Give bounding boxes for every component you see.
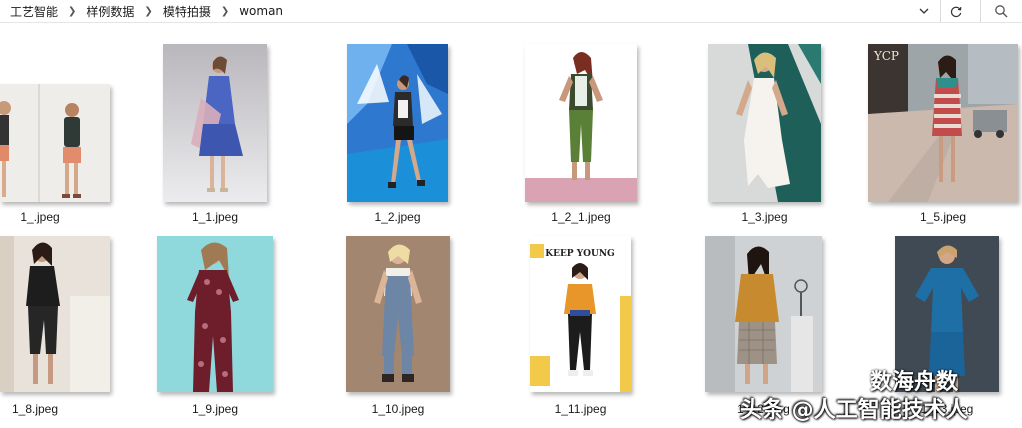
chevron-right-icon[interactable]: ❯ <box>215 6 235 17</box>
breadcrumb-item-yangli[interactable]: 样例数据 <box>82 3 138 20</box>
file-name: 1_1.jpeg <box>191 210 239 224</box>
file-name: 1_9.jpeg <box>191 402 239 416</box>
photo-floral-jumpsuit <box>157 236 273 392</box>
photo-green-pants <box>525 44 637 202</box>
photo-white-dress <box>708 44 821 202</box>
breadcrumb-item-mote[interactable]: 模特拍摄 <box>159 3 215 20</box>
address-bar[interactable]: 工艺智能 ❯ 样例数据 ❯ 模特拍摄 ❯ woman <box>0 0 1022 23</box>
poster-heading: KEEP YOUNG <box>545 249 614 259</box>
thumbnail[interactable]: KEEP YOUNG <box>530 236 631 392</box>
thumbnail[interactable] <box>708 44 821 202</box>
thumbnail[interactable] <box>705 236 822 392</box>
search-icon <box>995 5 1008 18</box>
file-name: 1_10.jpeg <box>371 402 425 416</box>
file-name: 1_2_1.jpeg <box>551 210 611 224</box>
photo-mustard-sweater <box>705 236 822 392</box>
address-dropdown-button[interactable] <box>912 0 936 22</box>
thumbnail[interactable] <box>346 236 450 392</box>
photo-street-stripes: YCP <box>868 44 1018 202</box>
search-box[interactable] <box>980 0 1022 22</box>
photo-blue-dress <box>163 44 267 202</box>
file-name: 1_2.jpeg <box>374 210 421 224</box>
thumbnail[interactable] <box>0 84 110 202</box>
chevron-right-icon[interactable]: ❯ <box>138 6 158 17</box>
sign-text: YCP <box>873 49 899 63</box>
file-name: 1_.jpeg <box>20 210 60 224</box>
thumbnail[interactable] <box>525 44 637 202</box>
photo-keep-young-poster: KEEP YOUNG <box>530 236 631 392</box>
refresh-icon <box>950 6 961 17</box>
breadcrumb-item-gongyi[interactable]: 工艺智能 <box>6 3 62 20</box>
photo-blue-graphic <box>347 44 448 202</box>
breadcrumb-item-woman[interactable]: woman <box>235 4 287 18</box>
photo-denim-overalls <box>346 236 450 392</box>
watermark-text: 头条 @人工智能技术人 <box>740 398 968 423</box>
photo-two-models <box>0 84 110 202</box>
refresh-button[interactable] <box>940 0 971 22</box>
file-name: 1_5.jpeg <box>919 210 967 224</box>
thumbnail[interactable] <box>347 44 448 202</box>
thumbnail[interactable] <box>163 44 267 202</box>
photo-black-outfit <box>0 236 110 392</box>
thumbnail[interactable] <box>0 236 110 392</box>
breadcrumb: 工艺智能 ❯ 样例数据 ❯ 模特拍摄 ❯ woman <box>6 2 287 20</box>
thumbnail[interactable] <box>157 236 273 392</box>
file-name: 1_8.jpeg <box>11 402 59 416</box>
chevron-right-icon[interactable]: ❯ <box>62 6 82 17</box>
chevron-down-icon <box>919 8 929 14</box>
file-name: 1_3.jpeg <box>741 210 788 224</box>
file-name: 1_11.jpeg <box>554 402 607 416</box>
thumbnail[interactable]: YCP <box>868 44 1018 202</box>
